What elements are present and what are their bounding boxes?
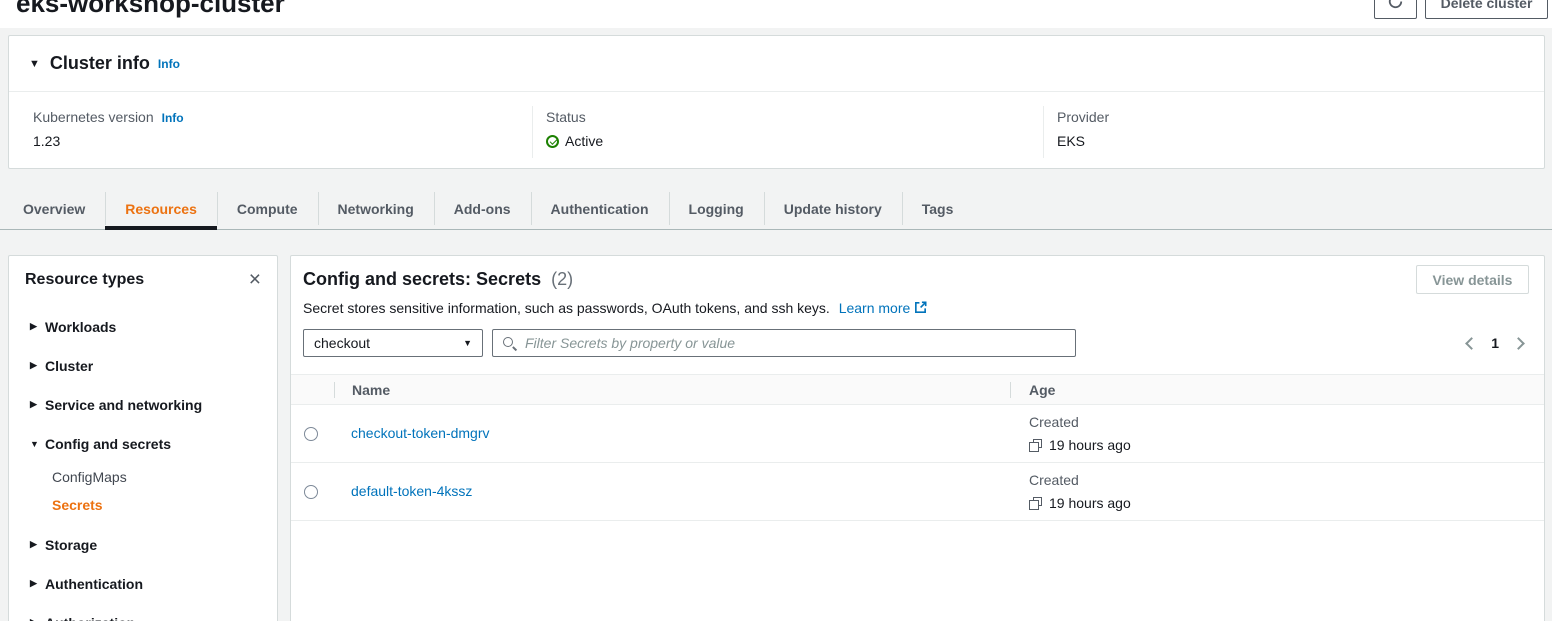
secret-name-link[interactable]: checkout-token-dmgrv bbox=[351, 425, 490, 441]
provider-value: EKS bbox=[1057, 133, 1109, 149]
eks-cluster-detail-page: eks-workshop-cluster Delete cluster ▼ Cl… bbox=[0, 0, 1552, 621]
caret-right-icon: ▶ bbox=[30, 578, 45, 589]
caret-right-icon: ▶ bbox=[30, 617, 45, 621]
page-title: eks-workshop-cluster bbox=[16, 0, 285, 19]
sidebar-item-authentication[interactable]: ▶ Authentication bbox=[9, 564, 277, 603]
cluster-info-panel: ▼ Cluster info Info Kubernetes version I… bbox=[8, 35, 1545, 169]
filter-dropdown[interactable]: checkout ▼ bbox=[303, 329, 483, 357]
sidebar-item-cluster[interactable]: ▶ Cluster bbox=[9, 346, 277, 385]
secrets-filter-input[interactable] bbox=[523, 334, 1066, 352]
copy-icon[interactable] bbox=[1029, 497, 1042, 510]
delete-cluster-button[interactable]: Delete cluster bbox=[1425, 0, 1548, 19]
cluster-info-info-link[interactable]: Info bbox=[158, 57, 180, 71]
sidebar-item-label: Config and secrets bbox=[45, 436, 171, 452]
cluster-info-title: Cluster info bbox=[50, 53, 150, 74]
refresh-icon bbox=[1387, 0, 1404, 13]
learn-more-link[interactable]: Learn more bbox=[839, 300, 928, 316]
close-icon[interactable]: × bbox=[249, 272, 261, 288]
cluster-info-header[interactable]: ▼ Cluster info Info bbox=[9, 36, 1544, 92]
name-column-header: Name bbox=[335, 382, 1010, 398]
pagination: 1 bbox=[1467, 335, 1529, 351]
view-details-button[interactable]: View details bbox=[1416, 265, 1529, 294]
age-value: 19 hours ago bbox=[1049, 437, 1131, 453]
secrets-description-row: Secret stores sensitive information, suc… bbox=[303, 300, 1529, 316]
tab-overview[interactable]: Overview bbox=[3, 188, 105, 229]
table-row: checkout-token-dmgrv Created 19 hours ag… bbox=[291, 405, 1544, 463]
sidebar-item-config-and-secrets[interactable]: ▼ Config and secrets bbox=[9, 424, 277, 463]
tab-networking[interactable]: Networking bbox=[318, 188, 434, 229]
secrets-title-text: Config and secrets: Secrets bbox=[303, 269, 541, 289]
kubernetes-version-value: 1.23 bbox=[33, 133, 184, 149]
sidebar-item-label: Cluster bbox=[45, 358, 93, 374]
age-column-header: Age bbox=[1011, 382, 1544, 398]
filter-dropdown-value: checkout bbox=[314, 335, 370, 351]
tab-resources[interactable]: Resources bbox=[105, 188, 217, 229]
secrets-count: (2) bbox=[551, 269, 573, 289]
sidebar-item-service-and-networking[interactable]: ▶ Service and networking bbox=[9, 385, 277, 424]
kubernetes-version-label: Kubernetes version bbox=[33, 109, 154, 125]
column-divider bbox=[532, 106, 533, 158]
age-created-label: Created bbox=[1029, 414, 1544, 430]
sidebar-item-workloads[interactable]: ▶ Workloads bbox=[9, 307, 277, 346]
status-badge: Active bbox=[546, 133, 603, 149]
table-row: default-token-4kssz Created 19 hours ago bbox=[291, 463, 1544, 521]
secrets-panel: Config and secrets: Secrets (2) View det… bbox=[290, 255, 1545, 621]
filter-row: checkout ▼ 1 bbox=[303, 329, 1529, 357]
age-value: 19 hours ago bbox=[1049, 495, 1131, 511]
caret-down-icon[interactable]: ▼ bbox=[29, 58, 40, 70]
sidebar-item-label: Workloads bbox=[45, 319, 116, 335]
resource-types-title: Resource types bbox=[25, 271, 144, 289]
sidebar-item-label: Authorization bbox=[45, 615, 135, 621]
sidebar-item-label: Service and networking bbox=[45, 397, 202, 413]
caret-right-icon: ▶ bbox=[30, 539, 45, 550]
field-status: Status Active bbox=[546, 109, 603, 149]
tab-tags[interactable]: Tags bbox=[902, 188, 974, 229]
tab-compute[interactable]: Compute bbox=[217, 188, 318, 229]
sidebar-item-label: Authentication bbox=[45, 576, 143, 592]
caret-down-icon: ▼ bbox=[30, 439, 45, 449]
tab-add-ons[interactable]: Add-ons bbox=[434, 188, 531, 229]
external-link-icon bbox=[914, 301, 927, 314]
provider-label: Provider bbox=[1057, 109, 1109, 125]
config-and-secrets-children: ConfigMaps Secrets bbox=[9, 463, 277, 519]
field-kubernetes-version: Kubernetes version Info 1.23 bbox=[33, 109, 184, 149]
tab-update-history[interactable]: Update history bbox=[764, 188, 902, 229]
sidebar-item-storage[interactable]: ▶ Storage bbox=[9, 525, 277, 564]
caret-right-icon: ▶ bbox=[30, 321, 45, 332]
copy-icon[interactable] bbox=[1029, 439, 1042, 452]
chevron-left-icon[interactable] bbox=[1465, 337, 1478, 350]
secrets-table: Name Age checkout-token-dmgrv Created 19… bbox=[291, 374, 1544, 521]
status-label: Status bbox=[546, 109, 586, 125]
cluster-tabs: Overview Resources Compute Networking Ad… bbox=[0, 188, 1552, 230]
pagination-page-1[interactable]: 1 bbox=[1491, 335, 1499, 351]
check-circle-icon bbox=[546, 135, 559, 148]
field-provider: Provider EKS bbox=[1057, 109, 1109, 149]
table-header: Name Age bbox=[291, 374, 1544, 405]
resource-types-list: ▶ Workloads ▶ Cluster ▶ Service and netw… bbox=[9, 307, 277, 621]
resource-types-panel: Resource types × ▶ Workloads ▶ Cluster ▶… bbox=[8, 255, 278, 621]
tab-logging[interactable]: Logging bbox=[669, 188, 764, 229]
refresh-button[interactable] bbox=[1374, 0, 1417, 19]
secrets-description: Secret stores sensitive information, suc… bbox=[303, 300, 830, 316]
secrets-panel-title: Config and secrets: Secrets (2) bbox=[303, 269, 1529, 290]
kubernetes-version-info-link[interactable]: Info bbox=[162, 111, 184, 125]
secret-name-link[interactable]: default-token-4kssz bbox=[351, 483, 472, 499]
sidebar-item-authorization[interactable]: ▶ Authorization bbox=[9, 603, 277, 621]
tab-authentication[interactable]: Authentication bbox=[531, 188, 669, 229]
caret-right-icon: ▶ bbox=[30, 360, 45, 371]
search-icon bbox=[502, 336, 517, 351]
status-value: Active bbox=[565, 133, 603, 149]
age-created-label: Created bbox=[1029, 472, 1544, 488]
learn-more-label: Learn more bbox=[839, 300, 911, 316]
sidebar-item-secrets[interactable]: Secrets bbox=[9, 491, 277, 519]
row-radio-button[interactable] bbox=[304, 427, 318, 441]
sidebar-item-label: Storage bbox=[45, 537, 97, 553]
caret-right-icon: ▶ bbox=[30, 399, 45, 410]
sidebar-item-configmaps[interactable]: ConfigMaps bbox=[9, 463, 277, 491]
chevron-right-icon[interactable] bbox=[1512, 337, 1525, 350]
row-radio-button[interactable] bbox=[304, 485, 318, 499]
chevron-down-icon: ▼ bbox=[463, 338, 472, 348]
search-box bbox=[492, 329, 1076, 357]
column-divider bbox=[1043, 106, 1044, 158]
